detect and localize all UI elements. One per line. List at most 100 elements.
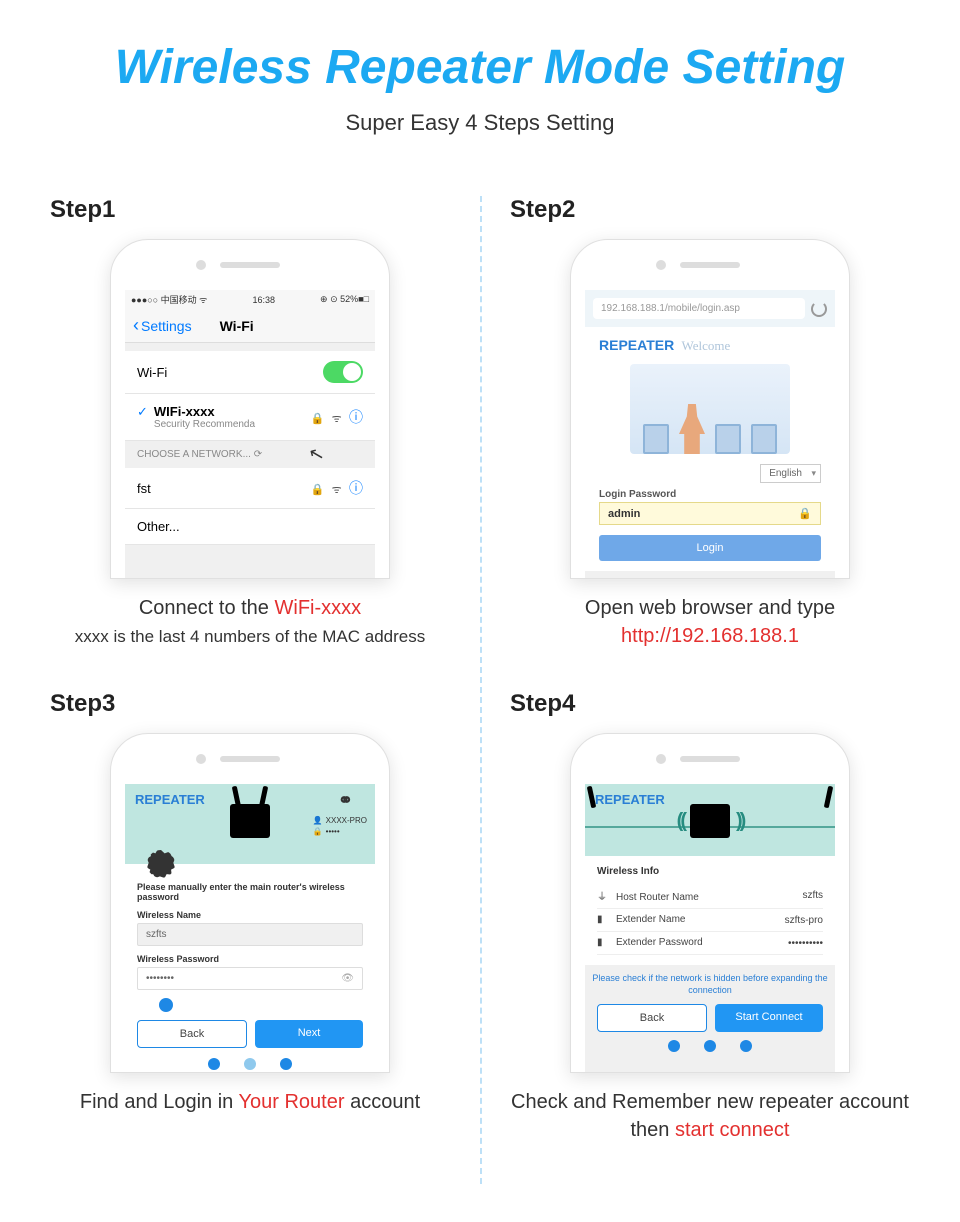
next-button[interactable]: Next bbox=[255, 1020, 363, 1048]
extender-value: szfts-pro bbox=[785, 915, 823, 926]
connected-note: Security Recommenda bbox=[154, 419, 255, 430]
step2-label: Step2 bbox=[500, 196, 920, 224]
wifi-toggle-row[interactable]: Wi-Fi bbox=[125, 351, 375, 394]
signal-left-icon: (( bbox=[677, 810, 684, 833]
back-button[interactable]: ‹ Settings bbox=[133, 315, 192, 336]
hidden-network-note: Please check if the network is hidden be… bbox=[585, 965, 835, 1004]
step2-caption: Open web browser and type http://192.168… bbox=[500, 594, 920, 650]
back-button[interactable]: Back bbox=[137, 1020, 247, 1048]
extender-icon: ▮ bbox=[597, 914, 611, 926]
step4-phone: REPEATER (( )) Wireless Info ⏚Host Route… bbox=[570, 733, 850, 1073]
wireless-password-label: Wireless Password bbox=[137, 954, 363, 964]
dot-icon bbox=[244, 1058, 256, 1070]
wifi-toggle[interactable] bbox=[323, 361, 363, 383]
back-button[interactable]: Back bbox=[597, 1004, 707, 1032]
dot-icon bbox=[280, 1058, 292, 1070]
network-row-other[interactable]: Other... bbox=[125, 509, 375, 545]
other-label: Other... bbox=[137, 519, 180, 534]
page-title: Wireless Repeater Mode Setting bbox=[20, 40, 940, 95]
user-icon: 👤 bbox=[313, 816, 323, 825]
signal-right-icon: )) bbox=[736, 810, 743, 833]
network-row-fst[interactable]: fst 🔒 ᯤ ⓘ bbox=[125, 468, 375, 509]
info-icon[interactable]: ⓘ bbox=[349, 480, 363, 496]
step2-screen: 192.168.188.1/mobile/login.asp REPEATER … bbox=[585, 290, 835, 578]
pager-dots bbox=[137, 1058, 363, 1070]
dot-icon bbox=[208, 1058, 220, 1070]
wireless-password-input[interactable]: •••••••• 👁 bbox=[137, 967, 363, 990]
welcome-text: Welcome bbox=[682, 338, 731, 353]
login-password-label: Login Password bbox=[599, 489, 821, 500]
choose-network-header: CHOOSE A NETWORK... ⟳ bbox=[125, 441, 375, 468]
signal-icon: ⚭ bbox=[338, 790, 353, 811]
signal-wrap: (( )) bbox=[585, 804, 835, 838]
monitor-icon bbox=[643, 424, 669, 454]
slider-thumb[interactable] bbox=[159, 998, 173, 1012]
router-icon bbox=[230, 804, 270, 838]
step3-caption: Find and Login in Your Router account bbox=[40, 1088, 460, 1116]
step2-phone: 192.168.188.1/mobile/login.asp REPEATER … bbox=[570, 239, 850, 579]
monitor-icon bbox=[715, 424, 741, 454]
status-right: ⊕ ⊙ 52%■□ bbox=[320, 294, 369, 305]
wifi-icon: ᯤ bbox=[332, 484, 342, 496]
router-credentials: 👤XXXX-PRO 🔒••••• bbox=[313, 816, 367, 838]
refresh-icon[interactable] bbox=[811, 301, 827, 317]
extender-password-value: •••••••••• bbox=[788, 938, 823, 949]
start-connect-button[interactable]: Start Connect bbox=[715, 1004, 823, 1032]
info-icon[interactable]: ⓘ bbox=[349, 409, 363, 425]
step1-screen: ●●●○○ 中国移动 ᯤ 16:38 ⊕ ⊙ 52%■□ ‹ Settings … bbox=[125, 290, 375, 578]
carrier-text: ●●●○○ 中国移动 ᯤ bbox=[131, 293, 207, 306]
step1-phone: ●●●○○ 中国移动 ᯤ 16:38 ⊕ ⊙ 52%■□ ‹ Settings … bbox=[110, 239, 390, 579]
step3-label: Step3 bbox=[40, 690, 460, 718]
wireless-info-title: Wireless Info bbox=[597, 866, 823, 877]
repeater-brand: REPEATER bbox=[599, 337, 674, 353]
wireless-name-label: Wireless Name bbox=[137, 910, 363, 920]
pager-dots bbox=[585, 1040, 835, 1052]
host-value: szfts bbox=[802, 890, 823, 901]
step3-cell: Step3 REPEATER ⚭ 👤XXXX-PRO 🔒••••• Please… bbox=[20, 690, 480, 1184]
url-bar: 192.168.188.1/mobile/login.asp bbox=[585, 290, 835, 327]
step1-cell: Step1 ●●●○○ 中国移动 ᯤ 16:38 ⊕ ⊙ 52%■□ ‹ Set… bbox=[20, 196, 480, 690]
extender-icon: ▮ bbox=[597, 937, 611, 949]
nav-title: Wi-Fi bbox=[220, 318, 367, 334]
status-time: 16:38 bbox=[252, 295, 275, 305]
eye-icon[interactable]: 👁 bbox=[341, 973, 354, 984]
welcome-illustration bbox=[630, 364, 790, 454]
lock-icon: 🔒 bbox=[311, 484, 325, 496]
back-label: Settings bbox=[141, 318, 192, 334]
step3-phone: REPEATER ⚭ 👤XXXX-PRO 🔒••••• Please manua… bbox=[110, 733, 390, 1073]
spinner-icon: ⟳ bbox=[254, 449, 262, 460]
status-bar: ●●●○○ 中国移动 ᯤ 16:38 ⊕ ⊙ 52%■□ bbox=[125, 290, 375, 309]
extender-name-row: ▮Extender Name szfts-pro bbox=[597, 909, 823, 932]
connected-ssid: WIFi-xxxx bbox=[154, 404, 255, 419]
step4-screen: REPEATER (( )) Wireless Info ⏚Host Route… bbox=[585, 784, 835, 1072]
lock-icon: 🔒 bbox=[311, 413, 325, 425]
chevron-left-icon: ‹ bbox=[133, 315, 139, 336]
lock-icon: 🔒 bbox=[313, 827, 323, 836]
page-subtitle: Super Easy 4 Steps Setting bbox=[20, 110, 940, 136]
language-select[interactable]: English bbox=[760, 464, 821, 483]
step2-cell: Step2 192.168.188.1/mobile/login.asp REP… bbox=[480, 196, 940, 690]
router-small-icon: ⏚ bbox=[597, 888, 611, 900]
step4-header: REPEATER (( )) bbox=[585, 784, 835, 856]
password-field[interactable]: admin 🔒 bbox=[599, 502, 821, 525]
step3-screen: REPEATER ⚭ 👤XXXX-PRO 🔒••••• Please manua… bbox=[125, 784, 375, 1072]
step3-header: REPEATER ⚭ 👤XXXX-PRO 🔒••••• bbox=[125, 784, 375, 864]
network-ssid: fst bbox=[137, 481, 151, 496]
wireless-name-input[interactable]: szfts bbox=[137, 923, 363, 946]
slider[interactable] bbox=[137, 998, 363, 1012]
wifi-icon: ᯤ bbox=[332, 413, 342, 425]
step4-cell: Step4 REPEATER (( )) Wireless Info ⏚Host… bbox=[480, 690, 940, 1184]
nav-bar: ‹ Settings Wi-Fi bbox=[125, 309, 375, 343]
step1-label: Step1 bbox=[40, 196, 460, 224]
lock-icon: 🔒 bbox=[798, 507, 812, 520]
dot-icon bbox=[740, 1040, 752, 1052]
steps-grid: Step1 ●●●○○ 中国移动 ᯤ 16:38 ⊕ ⊙ 52%■□ ‹ Set… bbox=[20, 196, 940, 1184]
checkmark-icon: ✓ bbox=[137, 404, 148, 420]
connected-network-row[interactable]: ✓ WIFi-xxxx Security Recommenda 🔒 ᯤ ⓘ bbox=[125, 394, 375, 441]
gear-icon bbox=[147, 850, 175, 878]
host-router-row: ⏚Host Router Name szfts bbox=[597, 883, 823, 909]
url-input[interactable]: 192.168.188.1/mobile/login.asp bbox=[593, 298, 805, 319]
login-button[interactable]: Login bbox=[599, 535, 821, 561]
instruction-text: Please manually enter the main router's … bbox=[137, 882, 363, 902]
step1-caption: Connect to the WiFi-xxxx xxxx is the las… bbox=[40, 594, 460, 649]
